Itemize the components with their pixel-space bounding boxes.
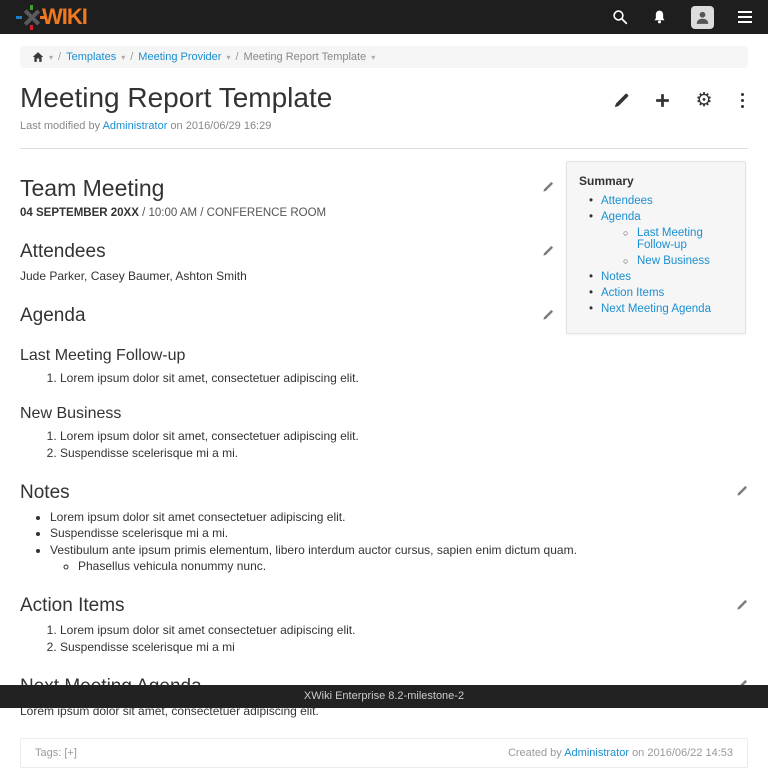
home-icon[interactable]	[32, 51, 44, 63]
page-actions: ⚙	[613, 92, 748, 109]
xwiki-logo[interactable]: WIKI	[16, 5, 87, 29]
list-item: Vestibulum ante ipsum primis elementum, …	[50, 543, 748, 557]
section-title-action-items: Action Items	[20, 595, 125, 617]
breadcrumb: ▾ / Templates ▾ / Meeting Provider ▾ / M…	[20, 46, 748, 68]
notifications-bell-icon[interactable]	[652, 9, 667, 25]
breadcrumb-item-meeting-provider[interactable]: Meeting Provider	[138, 51, 221, 63]
toc-item: Agenda	[579, 211, 737, 223]
chevron-down-icon[interactable]: ▾	[49, 53, 53, 62]
chevron-down-icon[interactable]: ▾	[371, 53, 375, 62]
section-title-attendees: Attendees	[20, 241, 106, 263]
xwiki-logo-x-icon	[23, 9, 40, 26]
toc-item: Notes	[579, 271, 737, 283]
edit-section-pencil-icon[interactable]	[736, 599, 748, 614]
toc-item: Action Items	[579, 287, 737, 299]
section-title-new-business: New Business	[20, 405, 748, 423]
add-tag-button[interactable]: [+]	[64, 747, 77, 759]
settings-gear-icon[interactable]: ⚙	[695, 92, 712, 109]
chevron-down-icon[interactable]: ▾	[226, 53, 230, 62]
edit-section-pencil-icon[interactable]	[542, 181, 554, 196]
list-subitem: Phasellus vehicula nonummy nunc.	[78, 559, 748, 573]
page-title: Meeting Report Template	[20, 82, 332, 114]
list-item: Suspendisse scelerisque mi a mi.	[60, 446, 748, 460]
toc-item: Last Meeting Follow-up	[579, 227, 737, 251]
user-avatar[interactable]	[691, 6, 714, 29]
action-items-list: Lorem ipsum dolor sit amet consectetuer …	[20, 623, 748, 654]
created-by-user-link[interactable]: Administrator	[564, 747, 629, 759]
last-meeting-list: Lorem ipsum dolor sit amet, consectetuer…	[20, 371, 748, 385]
created-by-line: Created by Administrator on 2016/06/22 1…	[508, 747, 733, 759]
chevron-down-icon[interactable]: ▾	[121, 53, 125, 62]
edit-page-button[interactable]	[613, 92, 630, 109]
toc-item: Attendees	[579, 195, 737, 207]
list-item: Lorem ipsum dolor sit amet, consectetuer…	[60, 429, 748, 443]
modified-by-user-link[interactable]: Administrator	[103, 120, 168, 132]
summary-toc: Attendees Agenda Last Meeting Follow-up …	[579, 195, 737, 315]
list-item: Lorem ipsum dolor sit amet consectetuer …	[50, 510, 748, 524]
notes-list: Lorem ipsum dolor sit amet consectetuer …	[20, 510, 748, 574]
edit-section-pencil-icon[interactable]	[542, 309, 554, 324]
create-page-button[interactable]	[654, 92, 671, 109]
section-title-last-meeting-follow-up: Last Meeting Follow-up	[20, 347, 748, 365]
edit-section-pencil-icon[interactable]	[542, 245, 554, 260]
breadcrumb-item-templates[interactable]: Templates	[66, 51, 116, 63]
list-item: Lorem ipsum dolor sit amet, consectetuer…	[60, 371, 748, 385]
xwiki-logo-text: WIKI	[42, 5, 87, 29]
toc-item: New Business	[579, 255, 737, 267]
document-footer: Tags: [+] Created by Administrator on 20…	[20, 738, 748, 768]
top-navbar: WIKI	[0, 0, 768, 34]
list-item: Suspendisse scelerisque mi a mi.	[50, 526, 748, 540]
section-title-agenda: Agenda	[20, 305, 86, 327]
document-content: Summary Attendees Agenda Last Meeting Fo…	[20, 149, 748, 718]
summary-panel: Summary Attendees Agenda Last Meeting Fo…	[566, 161, 746, 334]
summary-title: Summary	[579, 174, 737, 188]
hamburger-menu-icon[interactable]	[738, 11, 752, 23]
version-bar: XWiki Enterprise 8.2-milestone-2	[0, 685, 768, 708]
edit-section-pencil-icon[interactable]	[736, 485, 748, 500]
section-title-team-meeting: Team Meeting	[20, 175, 164, 202]
new-business-list: Lorem ipsum dolor sit amet, consectetuer…	[20, 429, 748, 460]
toc-item: Next Meeting Agenda	[579, 303, 737, 315]
last-modified-line: Last modified by Administrator on 2016/0…	[20, 120, 332, 132]
section-title-notes: Notes	[20, 482, 70, 504]
search-icon[interactable]	[612, 9, 628, 25]
tags-area: Tags: [+]	[35, 747, 77, 759]
list-item: Suspendisse scelerisque mi a mi	[60, 640, 748, 654]
more-options-kebab-icon[interactable]	[737, 93, 749, 109]
list-item: Lorem ipsum dolor sit amet consectetuer …	[60, 623, 748, 637]
breadcrumb-item-current: Meeting Report Template	[244, 51, 367, 63]
